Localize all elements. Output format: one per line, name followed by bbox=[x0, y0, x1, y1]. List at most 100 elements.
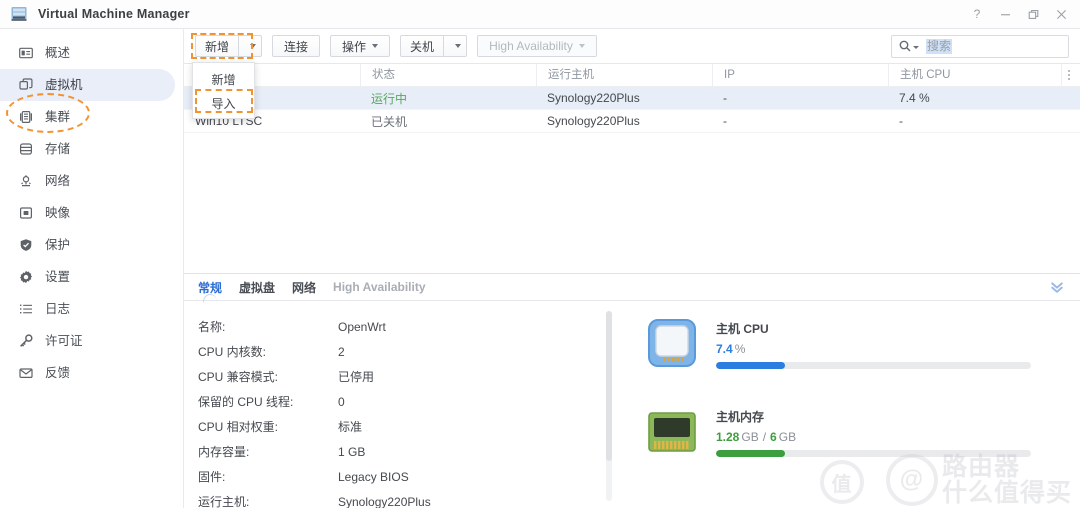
create-button[interactable]: 新增 bbox=[195, 35, 238, 57]
sidebar-item-network[interactable]: 网络 bbox=[0, 165, 175, 197]
chevron-down-icon bbox=[579, 44, 585, 48]
cell-status: 运行中 bbox=[360, 90, 536, 107]
column-options-icon[interactable] bbox=[1061, 64, 1075, 86]
table-empty-area bbox=[184, 133, 1080, 273]
sidebar-item-settings[interactable]: 设置 bbox=[0, 261, 175, 293]
gauge-value: 7.4% bbox=[716, 342, 1046, 356]
tab-high-availability: High Availability bbox=[333, 274, 425, 301]
sidebar-item-label: 日志 bbox=[45, 303, 70, 316]
search-box[interactable]: 搜索 bbox=[891, 35, 1069, 58]
connect-button[interactable]: 连接 bbox=[272, 35, 320, 57]
create-dropdown-menu[interactable]: 新增 导入 bbox=[192, 62, 255, 119]
shutdown-split-button[interactable]: 关机 bbox=[400, 35, 467, 57]
table-header-row: 名称 状态 运行主机 IP 主机 CPU bbox=[184, 64, 1080, 87]
gauge-unit: % bbox=[735, 342, 746, 356]
gauge-separator: / bbox=[763, 430, 766, 444]
tab-network[interactable]: 网络 bbox=[292, 274, 316, 301]
table-row[interactable]: Win10 LTSC 已关机 Synology220Plus - - bbox=[184, 110, 1080, 133]
minimize-icon bbox=[1000, 9, 1011, 20]
gauge-title: 主机内存 bbox=[716, 408, 1046, 425]
property-value: 0 bbox=[338, 395, 345, 409]
toolbar: 新增 连接 操作 关机 High Availa bbox=[184, 29, 1080, 63]
shutdown-button[interactable]: 关机 bbox=[400, 35, 443, 57]
create-dropdown-toggle[interactable] bbox=[238, 35, 262, 57]
sidebar-item-virtual-machine[interactable]: 虚拟机 bbox=[0, 69, 175, 101]
sidebar-item-storage[interactable]: 存储 bbox=[0, 133, 175, 165]
table-row[interactable]: OpenWrt 运行中 Synology220Plus - 7.4 % bbox=[184, 87, 1080, 110]
property-value: OpenWrt bbox=[338, 320, 386, 334]
sidebar-item-label: 网络 bbox=[45, 175, 70, 188]
overview-icon bbox=[18, 45, 34, 61]
detail-scrollbar[interactable] bbox=[606, 311, 612, 501]
cell-ip: - bbox=[712, 91, 888, 105]
detail-body: 名称: OpenWrt CPU 内核数: 2 CPU 兼容模式: 已停用 保 bbox=[184, 301, 1080, 508]
dropdown-item-create[interactable]: 新增 bbox=[193, 67, 254, 91]
storage-icon bbox=[18, 141, 34, 157]
cell-cpu: 7.4 % bbox=[888, 91, 1080, 105]
window-controls: ? bbox=[964, 3, 1074, 25]
minimize-button[interactable] bbox=[992, 3, 1018, 25]
sidebar-item-cluster[interactable]: 集群 bbox=[0, 101, 175, 133]
properties-list: 名称: OpenWrt CPU 内核数: 2 CPU 兼容模式: 已停用 保 bbox=[184, 301, 624, 508]
property-key: CPU 相对权重: bbox=[198, 418, 338, 435]
gauge-progress-bar bbox=[716, 362, 1031, 369]
close-icon bbox=[1056, 9, 1067, 20]
sidebar-item-label: 集群 bbox=[45, 111, 70, 124]
search-input[interactable]: 搜索 bbox=[926, 39, 952, 54]
cell-cpu: - bbox=[888, 114, 1080, 128]
create-split-button[interactable]: 新增 bbox=[195, 35, 262, 57]
resource-gauges: 主机 CPU 7.4% bbox=[624, 301, 1080, 508]
sidebar-item-protection[interactable]: 保护 bbox=[0, 229, 175, 261]
sidebar-item-overview[interactable]: 概述 bbox=[0, 37, 175, 69]
virtual-machine-manager-window: Virtual Machine Manager ? bbox=[0, 0, 1080, 508]
property-row: CPU 兼容模式: 已停用 bbox=[198, 364, 624, 389]
memory-stick-icon bbox=[646, 405, 698, 457]
column-header-cpu[interactable]: 主机 CPU bbox=[888, 64, 1080, 87]
property-row: 运行主机: Synology220Plus bbox=[198, 489, 624, 508]
restore-icon bbox=[1028, 9, 1039, 20]
detail-tabs: 常规 虚拟盘 网络 High Availability bbox=[184, 274, 1080, 301]
gauge-total-unit: GB bbox=[779, 430, 796, 444]
property-row: 内存容量: 1 GB bbox=[198, 439, 624, 464]
virtual-machine-icon bbox=[18, 77, 34, 93]
sidebar-item-label: 反馈 bbox=[45, 367, 70, 380]
chevron-down-icon bbox=[455, 44, 461, 48]
sidebar-item-license[interactable]: 许可证 bbox=[0, 325, 175, 357]
detail-panel: 常规 虚拟盘 网络 High Availability 名称: bbox=[184, 273, 1080, 508]
action-button[interactable]: 操作 bbox=[330, 35, 390, 57]
sidebar-item-label: 虚拟机 bbox=[45, 79, 83, 92]
dropdown-item-import[interactable]: 导入 bbox=[193, 91, 254, 115]
column-header-status[interactable]: 状态 bbox=[360, 64, 536, 87]
property-row: 固件: Legacy BIOS bbox=[198, 464, 624, 489]
sidebar-item-image[interactable]: 映像 bbox=[0, 197, 175, 229]
close-button[interactable] bbox=[1048, 3, 1074, 25]
help-button[interactable]: ? bbox=[964, 3, 990, 25]
gauge-total: 6 bbox=[770, 430, 777, 444]
column-header-host[interactable]: 运行主机 bbox=[536, 64, 712, 87]
tab-general[interactable]: 常规 bbox=[198, 274, 222, 301]
column-header-ip[interactable]: IP bbox=[712, 64, 888, 87]
property-key: 名称: bbox=[198, 318, 338, 335]
mail-icon bbox=[18, 365, 34, 381]
chevron-down-icon bbox=[250, 44, 256, 48]
restore-button[interactable] bbox=[1020, 3, 1046, 25]
property-key: 内存容量: bbox=[198, 443, 338, 460]
search-filter-chevron-icon[interactable] bbox=[913, 46, 919, 49]
gauge-host-memory: 主机内存 1.28GB/6GB bbox=[646, 405, 1046, 457]
cell-host: Synology220Plus bbox=[536, 114, 712, 128]
cpu-chip-icon bbox=[646, 317, 698, 369]
action-button-label: 操作 bbox=[342, 38, 366, 55]
tab-virtual-disk[interactable]: 虚拟盘 bbox=[239, 274, 275, 301]
sidebar-item-feedback[interactable]: 反馈 bbox=[0, 357, 175, 389]
shutdown-dropdown-toggle[interactable] bbox=[443, 35, 467, 57]
window-title: Virtual Machine Manager bbox=[38, 7, 190, 21]
cell-host: Synology220Plus bbox=[536, 91, 712, 105]
gauge-value: 1.28GB/6GB bbox=[716, 430, 1046, 444]
gauge-number: 7.4 bbox=[716, 342, 733, 356]
collapse-panel-button[interactable] bbox=[1048, 278, 1066, 296]
sidebar-item-label: 设置 bbox=[45, 271, 70, 284]
property-key: 运行主机: bbox=[198, 493, 338, 508]
sidebar-item-log[interactable]: 日志 bbox=[0, 293, 175, 325]
property-key: 固件: bbox=[198, 468, 338, 485]
sidebar-item-label: 保护 bbox=[45, 239, 70, 252]
